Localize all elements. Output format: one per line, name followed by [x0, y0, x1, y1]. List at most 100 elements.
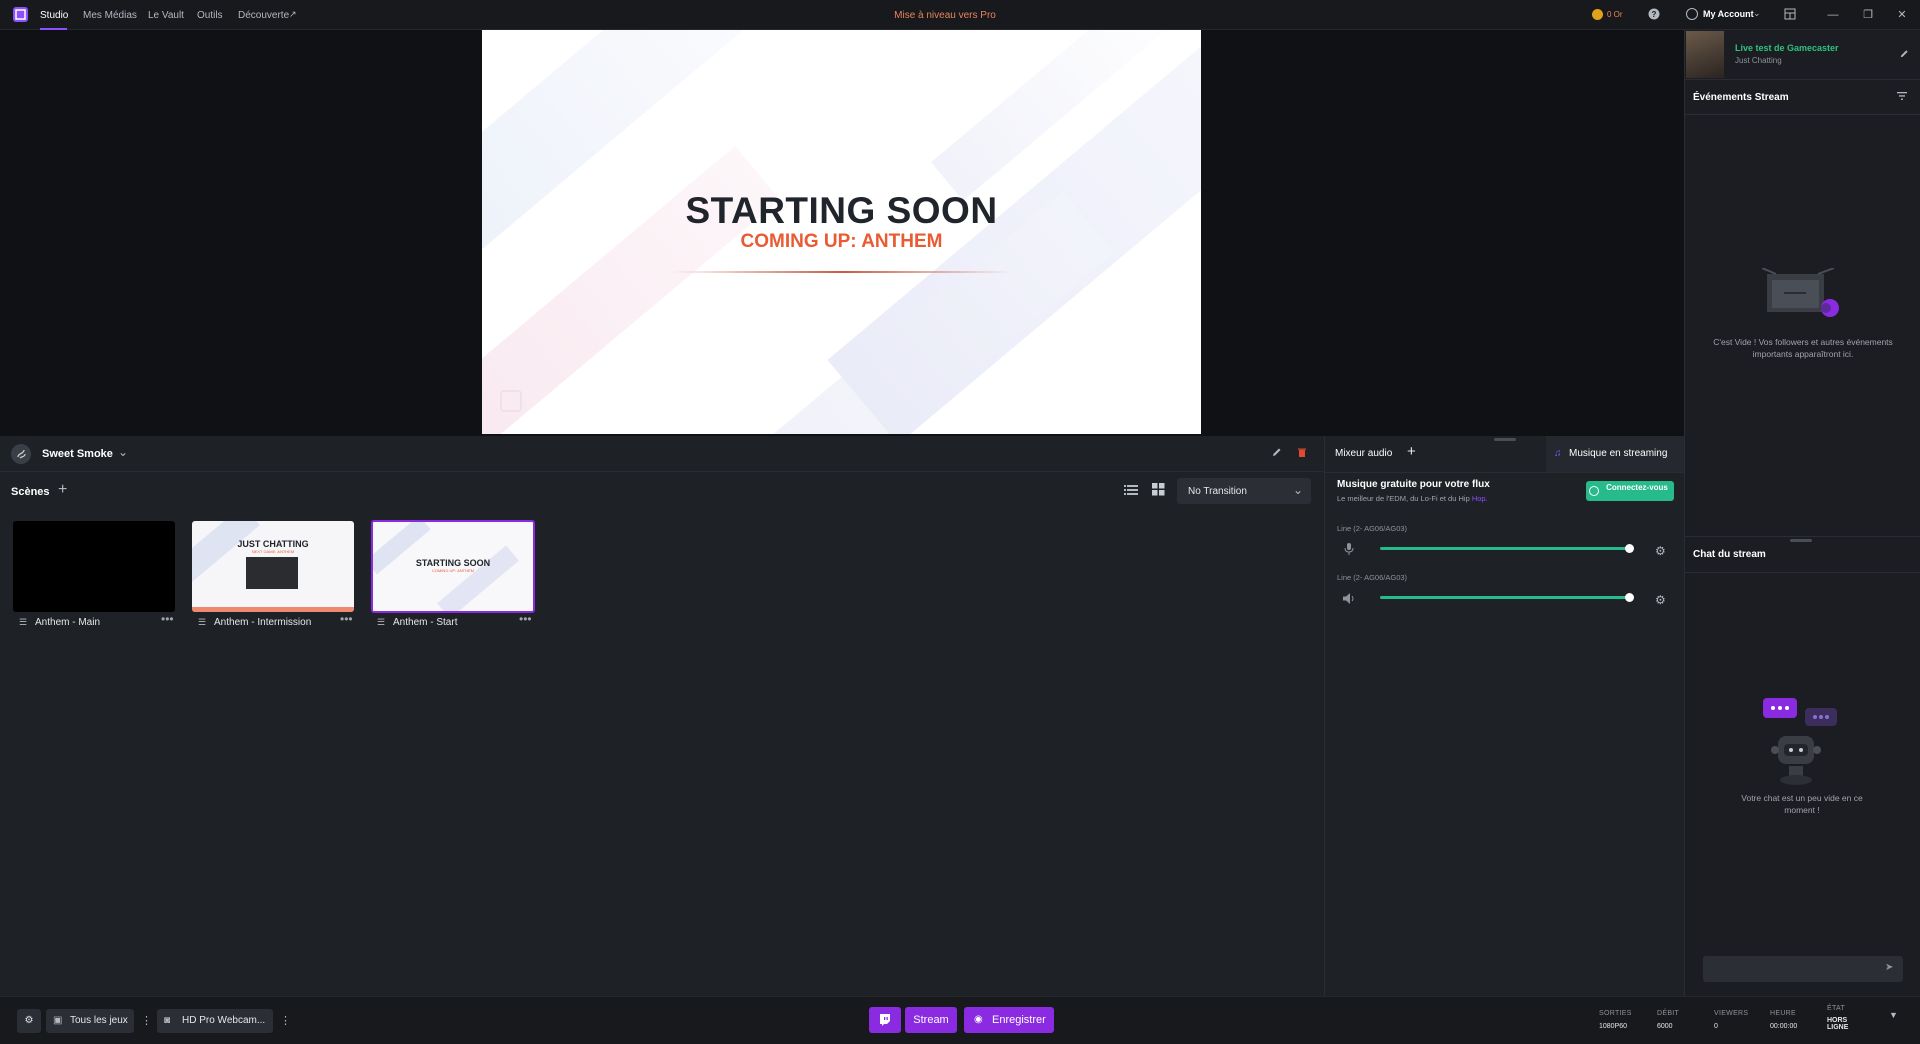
- stream-preview[interactable]: STARTING SOON COMING UP: ANTHEM: [482, 30, 1201, 434]
- app-logo-icon[interactable]: [13, 7, 28, 22]
- nav-mes-medias[interactable]: Mes Médias: [83, 10, 137, 21]
- list-view-icon[interactable]: [1124, 484, 1138, 496]
- scene-label[interactable]: Anthem - Intermission: [214, 617, 311, 628]
- stat-label: HEURE: [1770, 1010, 1797, 1017]
- collection-chevron-down-icon[interactable]: ⌄: [118, 445, 128, 459]
- stream-thumbnail[interactable]: [1686, 31, 1724, 78]
- audio-slider-knob[interactable]: [1625, 593, 1634, 602]
- account-avatar-icon: [1686, 8, 1698, 20]
- stream-button[interactable]: Stream: [905, 1007, 957, 1033]
- coin-balance[interactable]: 0 Or: [1607, 10, 1623, 19]
- grid-view-icon[interactable]: [1152, 483, 1165, 496]
- webcam-menu-dots-icon[interactable]: ⋮: [280, 1014, 291, 1027]
- promo-desc-text: Le meilleur de l'EDM, du Lo-Fi et du Hip: [1337, 494, 1472, 503]
- microphone-icon[interactable]: [1344, 543, 1354, 555]
- edit-pencil-icon[interactable]: [1271, 447, 1282, 458]
- audio-volume-slider[interactable]: [1380, 596, 1629, 599]
- preview-divider: [672, 271, 1012, 273]
- minimize-icon[interactable]: —: [1826, 8, 1840, 22]
- webcam-button[interactable]: ◙ HD Pro Webcam...: [157, 1009, 273, 1033]
- drag-handle-icon[interactable]: ☰: [377, 617, 385, 628]
- collection-name[interactable]: Sweet Smoke: [42, 448, 113, 460]
- layout-icon[interactable]: [1784, 8, 1798, 22]
- thumb-footer: [192, 607, 354, 612]
- audio-settings-gear-icon[interactable]: ⚙: [1655, 544, 1666, 558]
- drag-handle-icon[interactable]: ☰: [198, 617, 206, 628]
- thumb-webcam: [246, 557, 298, 589]
- nav-studio[interactable]: Studio: [40, 10, 68, 21]
- music-note-icon: ♫: [1554, 448, 1562, 459]
- webcam-label: HD Pro Webcam...: [182, 1015, 266, 1026]
- music-streaming-tab[interactable]: ♫ Musique en streaming: [1546, 436, 1685, 472]
- scenes-header: Scènes: [11, 486, 50, 498]
- drag-handle-icon[interactable]: ☰: [19, 617, 27, 628]
- audio-volume-slider[interactable]: [1380, 547, 1629, 550]
- stat-label: DÉBIT: [1657, 1010, 1680, 1017]
- close-icon[interactable]: ✕: [1895, 8, 1909, 22]
- chat-input[interactable]: ➤: [1703, 956, 1903, 982]
- promo-desc-link[interactable]: Hop.: [1472, 494, 1488, 503]
- scene-thumbnail-intermission[interactable]: JUST CHATTING NEXT GAME: ANTHEM: [192, 521, 354, 612]
- thumb-title: STARTING SOON: [415, 558, 491, 568]
- expand-chevron-down-icon[interactable]: ▼: [1889, 1010, 1898, 1020]
- audio-slider-knob[interactable]: [1625, 544, 1634, 553]
- right-sidebar: Live test de Gamecaster Just Chatting Év…: [1684, 30, 1920, 996]
- add-audio-plus-icon[interactable]: +: [1407, 443, 1416, 460]
- help-icon[interactable]: ?: [1648, 8, 1662, 22]
- filter-icon[interactable]: [1897, 92, 1907, 100]
- nav-le-vault[interactable]: Le Vault: [148, 10, 184, 21]
- scene-menu-dots-icon[interactable]: •••: [161, 612, 174, 626]
- sidebar-resize-handle[interactable]: [1790, 539, 1812, 542]
- stream-info-header: Live test de Gamecaster Just Chatting: [1685, 30, 1920, 80]
- games-label: Tous les jeux: [70, 1015, 128, 1026]
- coin-icon: [1592, 9, 1603, 20]
- games-menu-dots-icon[interactable]: ⋮: [141, 1014, 152, 1027]
- watermark-logo-icon: [500, 390, 522, 412]
- audio-settings-gear-icon[interactable]: ⚙: [1655, 593, 1666, 607]
- connect-button[interactable]: Connectez-vous: [1586, 481, 1674, 501]
- stream-category: Just Chatting: [1735, 56, 1782, 65]
- transition-chevron-down-icon: ⌄: [1293, 483, 1304, 497]
- stat-label: ÉTAT: [1827, 1005, 1846, 1012]
- top-bar: Studio Mes Médias Le Vault Outils Découv…: [0, 0, 1920, 30]
- delete-trash-icon[interactable]: [1297, 447, 1307, 458]
- audio-channel-name: Line (2- AG06/AG03): [1337, 573, 1408, 582]
- events-title: Événements Stream: [1693, 92, 1789, 103]
- add-scene-plus-icon[interactable]: +: [58, 481, 67, 499]
- audio-resize-handle[interactable]: [1494, 438, 1516, 441]
- audio-mixer-title[interactable]: Mixeur audio: [1335, 448, 1392, 459]
- games-button[interactable]: ▣ Tous les jeux: [46, 1009, 134, 1033]
- scene-menu-dots-icon[interactable]: •••: [519, 612, 532, 626]
- scene-menu-dots-icon[interactable]: •••: [340, 612, 353, 626]
- external-link-icon: ↗: [289, 9, 297, 19]
- record-icon: ◉: [974, 1014, 983, 1025]
- stream-title[interactable]: Live test de Gamecaster: [1735, 43, 1839, 53]
- speaker-icon[interactable]: [1343, 593, 1356, 604]
- send-icon[interactable]: ➤: [1885, 962, 1893, 973]
- scene-thumbnail-main[interactable]: [13, 521, 175, 612]
- scene-label[interactable]: Anthem - Start: [393, 617, 457, 628]
- stat-value: 1080P60: [1599, 1023, 1628, 1030]
- record-button[interactable]: ◉ Enregistrer: [964, 1007, 1054, 1033]
- stat-label: SORTIES: [1599, 1010, 1632, 1017]
- nav-decouverte[interactable]: Découverte: [238, 10, 289, 21]
- edit-stream-pencil-icon[interactable]: [1899, 49, 1909, 59]
- account-menu[interactable]: My Account: [1703, 9, 1754, 19]
- settings-gear-icon[interactable]: ⚙: [17, 1009, 41, 1033]
- restore-icon[interactable]: ❐: [1861, 8, 1875, 22]
- nav-outils[interactable]: Outils: [197, 10, 223, 21]
- scene-label[interactable]: Anthem - Main: [35, 617, 100, 628]
- stat-value: 00:00:00: [1770, 1023, 1798, 1030]
- chat-title: Chat du stream: [1693, 549, 1766, 560]
- preview-subtitle: COMING UP: ANTHEM: [740, 231, 943, 252]
- transition-select[interactable]: No Transition ⌄: [1177, 478, 1311, 504]
- empty-events-illustration-icon: [1762, 268, 1842, 320]
- thumb-subtitle: COMING UP: ANTHEM: [431, 568, 474, 573]
- svg-text:?: ?: [1652, 10, 1657, 19]
- upgrade-link[interactable]: Mise à niveau vers Pro: [894, 10, 996, 21]
- twitch-platform-icon[interactable]: [869, 1007, 901, 1033]
- chat-empty-text: Votre chat est un peu vide en ce moment …: [1741, 793, 1863, 815]
- collection-avatar: [11, 444, 31, 464]
- scene-thumbnail-start[interactable]: STARTING SOON COMING UP: ANTHEM: [371, 520, 535, 613]
- games-icon: ▣: [53, 1015, 63, 1026]
